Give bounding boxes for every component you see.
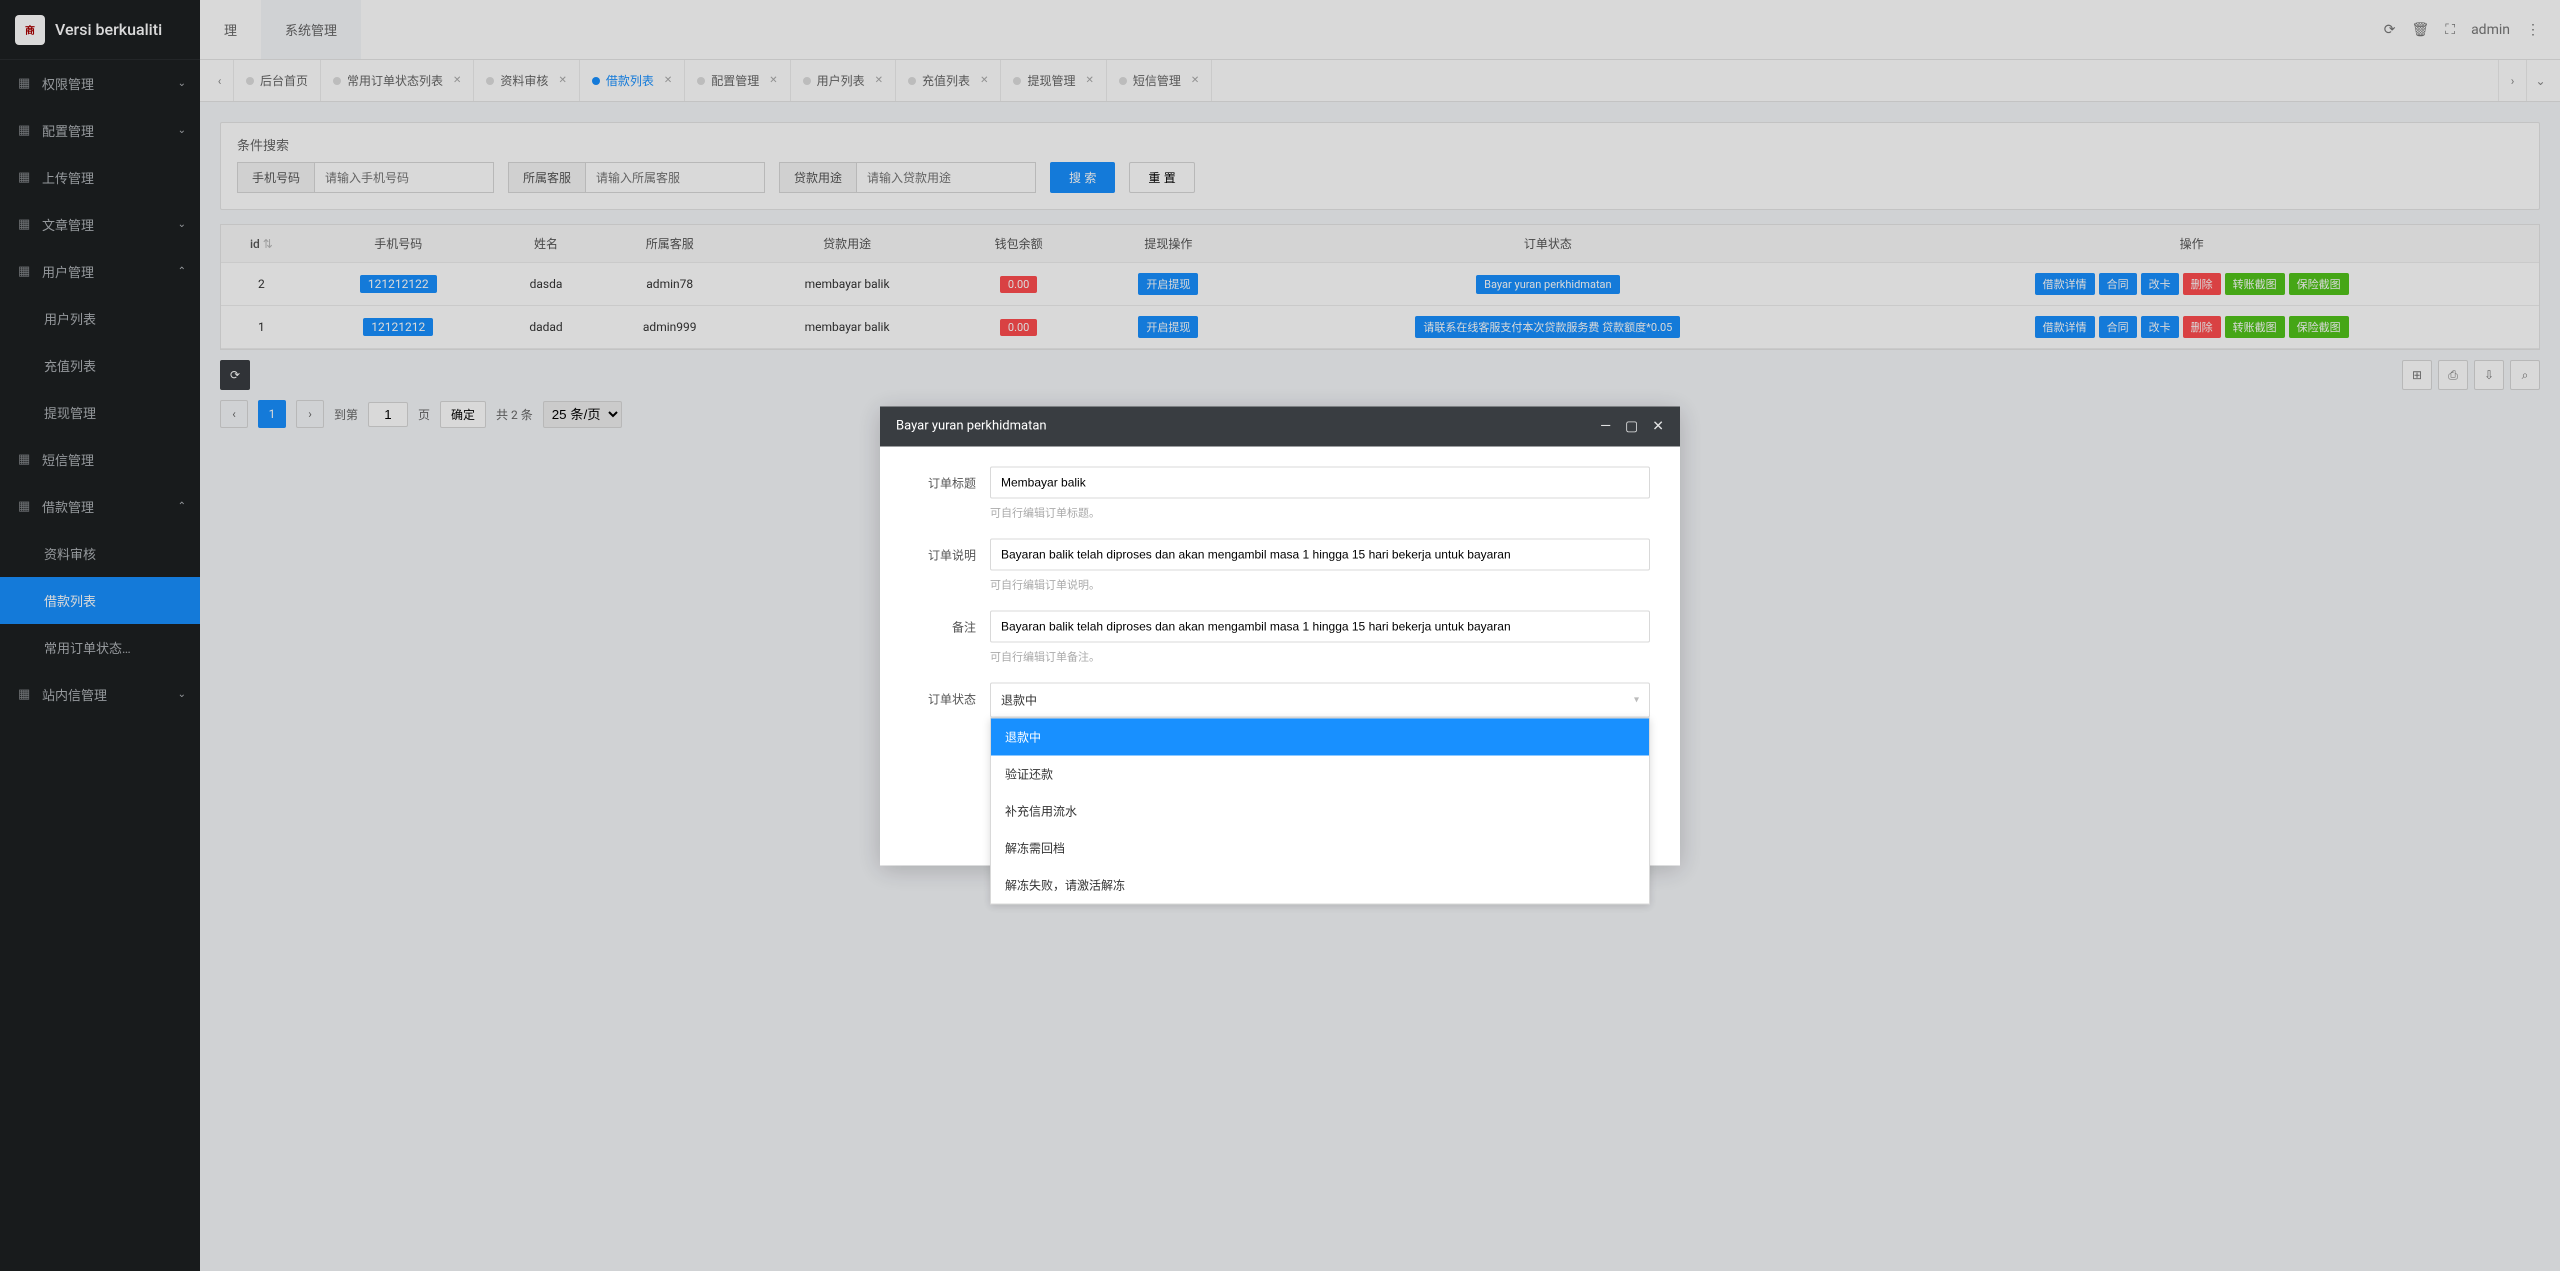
close-icon[interactable]: ✕ (1652, 418, 1664, 434)
modal-header: Bayar yuran perkhidmatan — ▢ ✕ (880, 406, 1680, 446)
status-option[interactable]: 补充信用流水 (991, 792, 1649, 829)
maximize-icon[interactable]: ▢ (1625, 418, 1638, 434)
field-label-remark: 备注 (910, 610, 990, 635)
status-option[interactable]: 解冻需回档 (991, 829, 1649, 866)
order-status-dropdown: 退款中验证还款补充信用流水解冻需回档解冻失败，请激活解冻 (990, 717, 1650, 904)
chevron-down-icon: ▾ (1634, 694, 1639, 705)
remark-hint: 可自行编辑订单备注。 (990, 648, 1650, 664)
minimize-icon[interactable]: — (1600, 418, 1611, 434)
status-option[interactable]: 退款中 (991, 718, 1649, 755)
field-label-order-status: 订单状态 (910, 682, 990, 707)
order-status-value: 退款中 (1001, 691, 1037, 708)
field-label-order-title: 订单标题 (910, 466, 990, 491)
remark-input[interactable] (990, 610, 1650, 642)
status-option[interactable]: 解冻失败，请激活解冻 (991, 866, 1649, 903)
modal-title: Bayar yuran perkhidmatan (896, 419, 1047, 434)
modal: Bayar yuran perkhidmatan — ▢ ✕ 订单标题 可自行编… (880, 406, 1680, 865)
status-option[interactable]: 验证还款 (991, 755, 1649, 792)
order-status-select[interactable]: 退款中 ▾ (990, 682, 1650, 717)
order-desc-hint: 可自行编辑订单说明。 (990, 576, 1650, 592)
order-desc-input[interactable] (990, 538, 1650, 570)
order-title-hint: 可自行编辑订单标题。 (990, 504, 1650, 520)
field-label-order-desc: 订单说明 (910, 538, 990, 563)
order-title-input[interactable] (990, 466, 1650, 498)
